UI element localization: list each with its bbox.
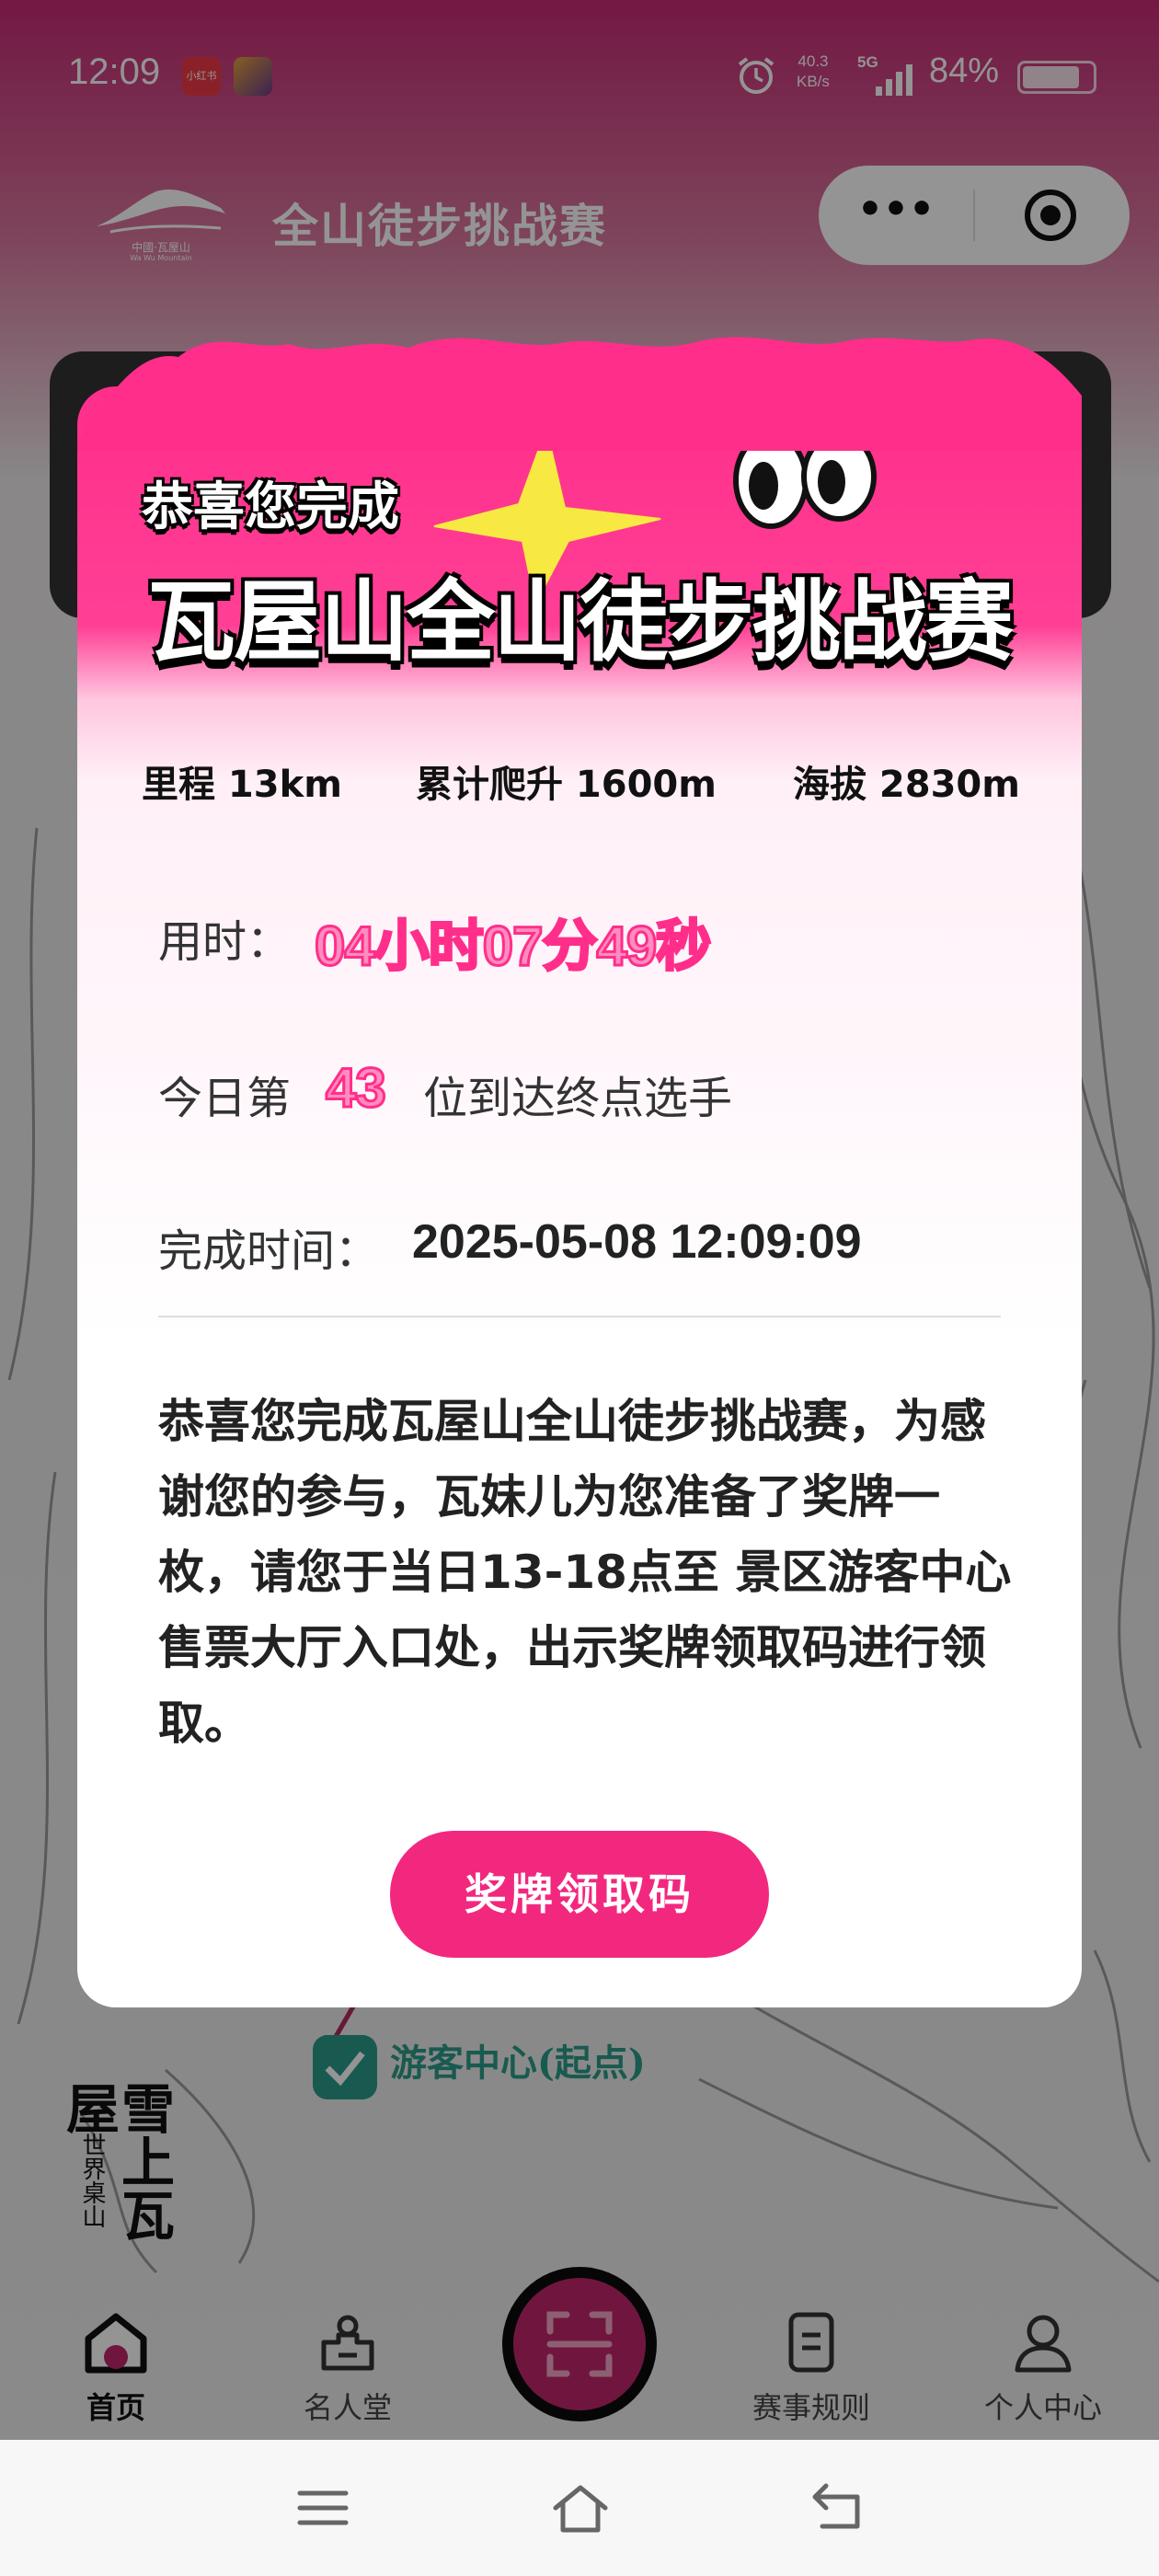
time-label: 用时： <box>158 916 292 968</box>
completion-modal: 恭喜您完成 瓦屋山全山徒步挑战赛 里程 13km 累计爬升 1600m 海拔 2… <box>77 386 1082 2007</box>
race-stats: 里程 13km 累计爬升 1600m 海拔 2830m <box>77 754 1082 810</box>
medal-code-button[interactable]: 奖牌领取码 <box>390 1831 769 1958</box>
finish-time-value: 2025-05-08 12:09:09 <box>412 1215 862 1269</box>
rank-prefix: 今日第 <box>158 1073 292 1124</box>
rank-suffix: 位到达终点选手 <box>423 1073 733 1124</box>
back-icon[interactable] <box>806 2478 870 2537</box>
system-nav-bar <box>0 2440 1159 2576</box>
torn-paper-decoration <box>77 337 1082 451</box>
finish-time-label: 完成时间： <box>158 1225 380 1277</box>
award-message: 恭喜您完成瓦屋山全山徒步挑战赛，为感谢您的参与，瓦妹儿为您准备了奖牌一枚，请您于… <box>158 1395 1012 1750</box>
divider <box>158 1316 1001 1317</box>
stat-distance: 里程 13km <box>142 764 342 806</box>
congrats-text: 恭喜您完成 <box>142 477 399 537</box>
stat-altitude: 海拔 2830m <box>793 764 1020 806</box>
stat-climb: 累计爬升 1600m <box>416 764 717 806</box>
race-title: 瓦屋山全山徒步挑战赛 <box>147 570 1014 673</box>
menu-icon[interactable] <box>291 2478 355 2537</box>
home-outline-icon[interactable] <box>548 2478 613 2537</box>
time-value: 04小时07分49秒 <box>313 914 712 979</box>
rank-value: 43 <box>325 1056 388 1121</box>
